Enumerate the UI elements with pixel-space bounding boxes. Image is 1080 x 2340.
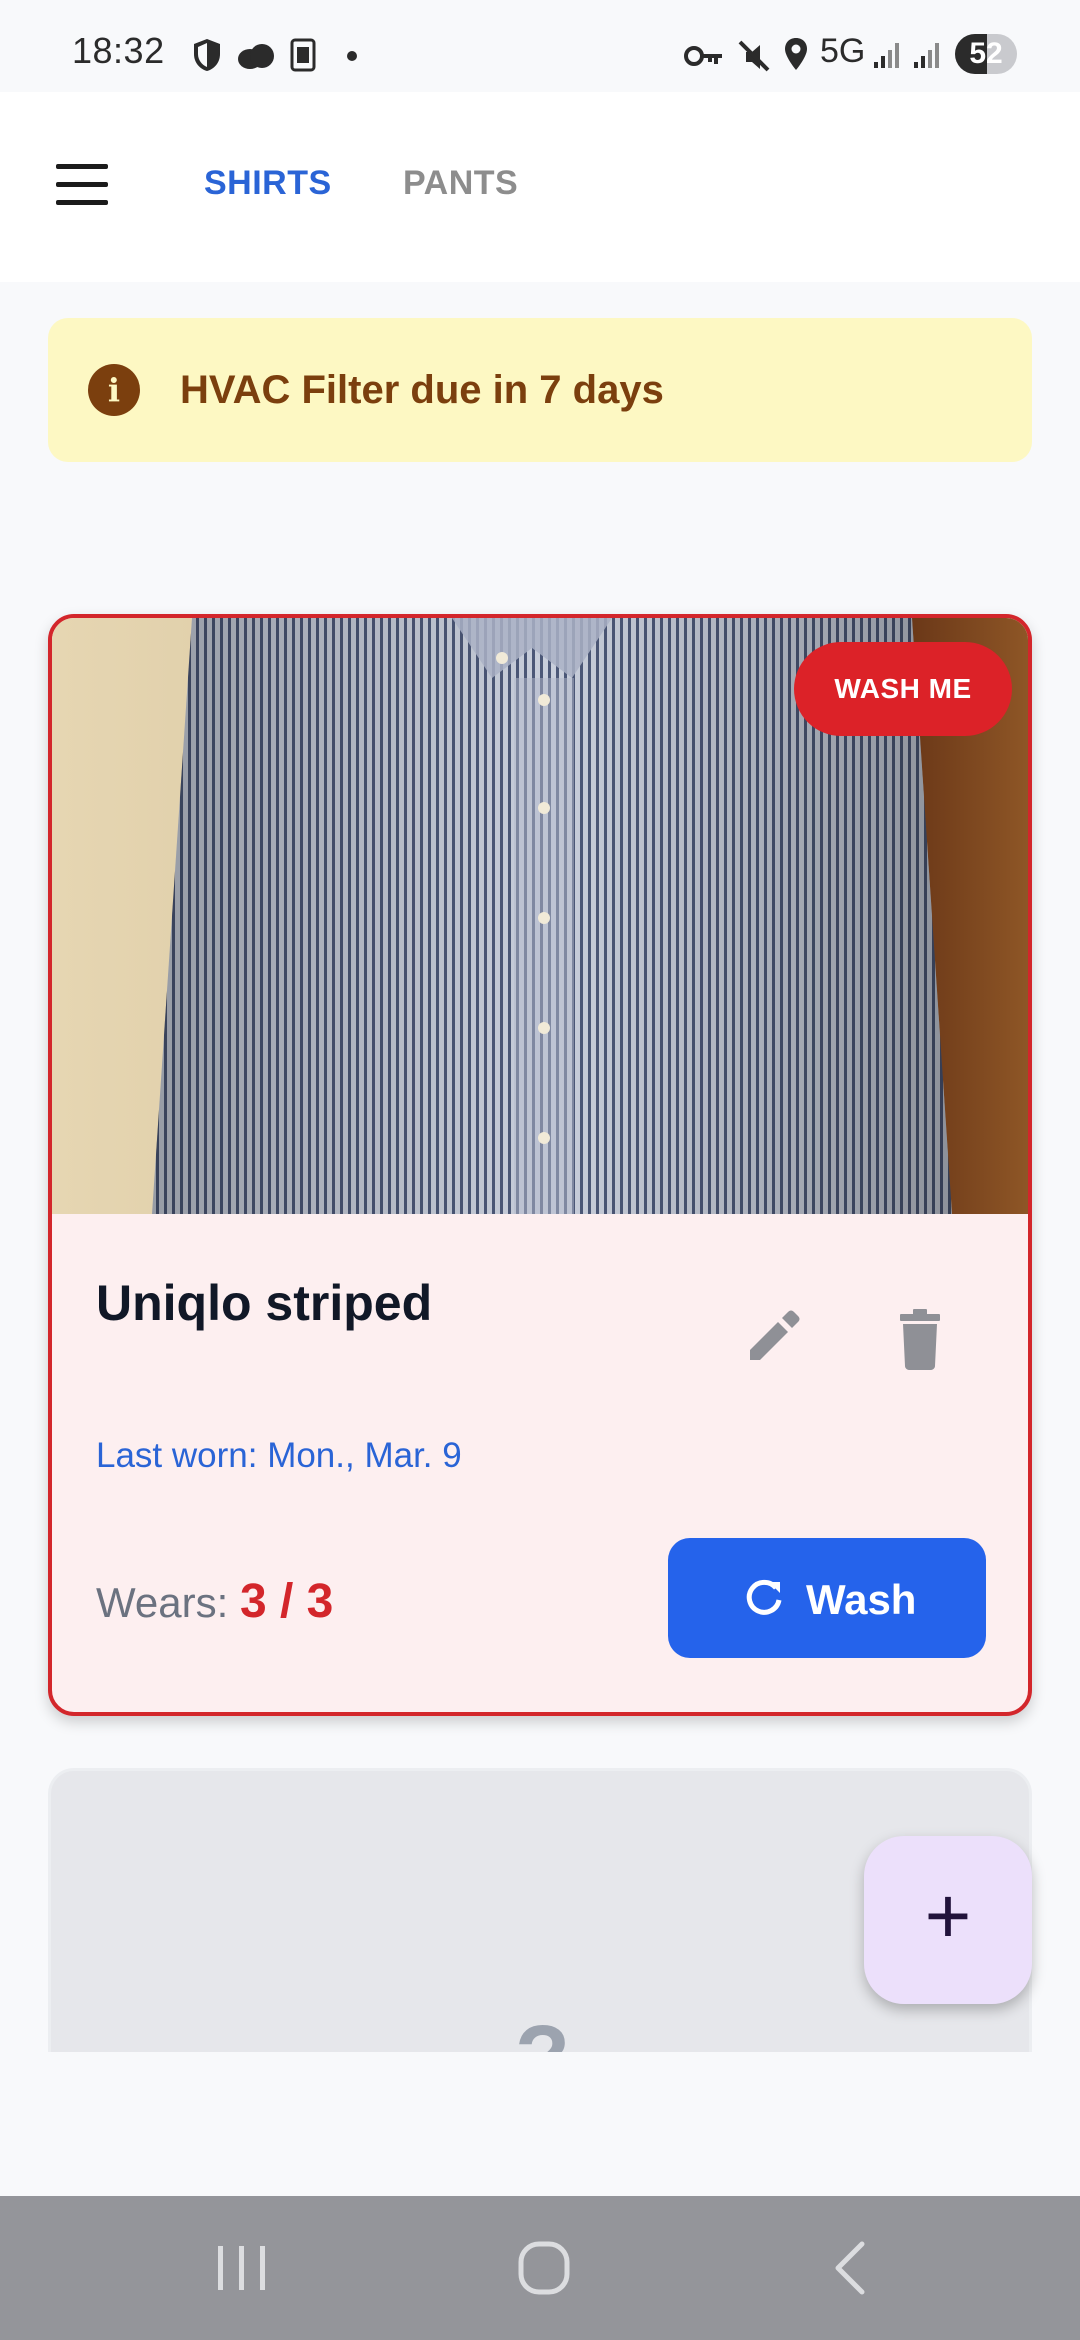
status-bar: 18:32 5G 52 <box>0 0 1080 92</box>
wears-count: 3 / 3 <box>239 1575 334 1628</box>
reminder-text: HVAC Filter due in 7 days <box>180 368 664 412</box>
wash-button-label: Wash <box>806 1576 917 1623</box>
app-bar: SHIRTS PANTS <box>0 92 1080 282</box>
reminder-banner: i HVAC Filter due in 7 days <box>48 318 1032 462</box>
recents-icon[interactable] <box>202 2236 282 2300</box>
tab-shirts[interactable]: SHIRTS <box>204 164 332 203</box>
clothing-card[interactable]: WASH ME Uniqlo striped Last worn: Mon., … <box>48 614 1032 1716</box>
last-worn-date: Last worn: Mon., Mar. 9 <box>96 1436 462 1475</box>
add-item-button[interactable]: + <box>864 1836 1032 2004</box>
system-nav-bar <box>0 2196 1080 2340</box>
wash-button[interactable]: Wash <box>668 1538 986 1658</box>
key-icon <box>684 46 722 66</box>
battery-icon: 52 <box>955 34 1017 74</box>
back-icon[interactable] <box>810 2236 890 2300</box>
list-bottom-spacer <box>0 2052 1080 2196</box>
signal-icon <box>914 43 939 68</box>
tab-pants[interactable]: PANTS <box>403 164 518 203</box>
edit-icon[interactable] <box>732 1298 812 1378</box>
app-k-icon <box>290 38 316 72</box>
status-time: 18:32 <box>72 30 165 71</box>
battery-level: 52 <box>969 37 1003 70</box>
home-icon[interactable] <box>504 2236 584 2300</box>
plus-icon: + <box>924 1871 972 1960</box>
item-title: Uniqlo striped <box>96 1275 433 1331</box>
wear-counter: Wears: 3 / 3 <box>96 1574 333 1629</box>
refresh-icon <box>746 1579 782 1615</box>
wears-label: Wears: <box>96 1579 229 1626</box>
info-icon: i <box>88 364 140 416</box>
mute-icon <box>738 40 770 72</box>
trash-icon[interactable] <box>880 1298 960 1378</box>
location-icon <box>785 38 807 70</box>
signal-icon <box>874 43 899 68</box>
wash-me-badge: WASH ME <box>794 642 1012 736</box>
dot-icon <box>347 51 357 61</box>
hamburger-menu-icon[interactable] <box>52 162 116 212</box>
shield-icon <box>194 39 220 71</box>
network-type: 5G <box>820 32 866 70</box>
cloud-icon <box>238 44 274 69</box>
